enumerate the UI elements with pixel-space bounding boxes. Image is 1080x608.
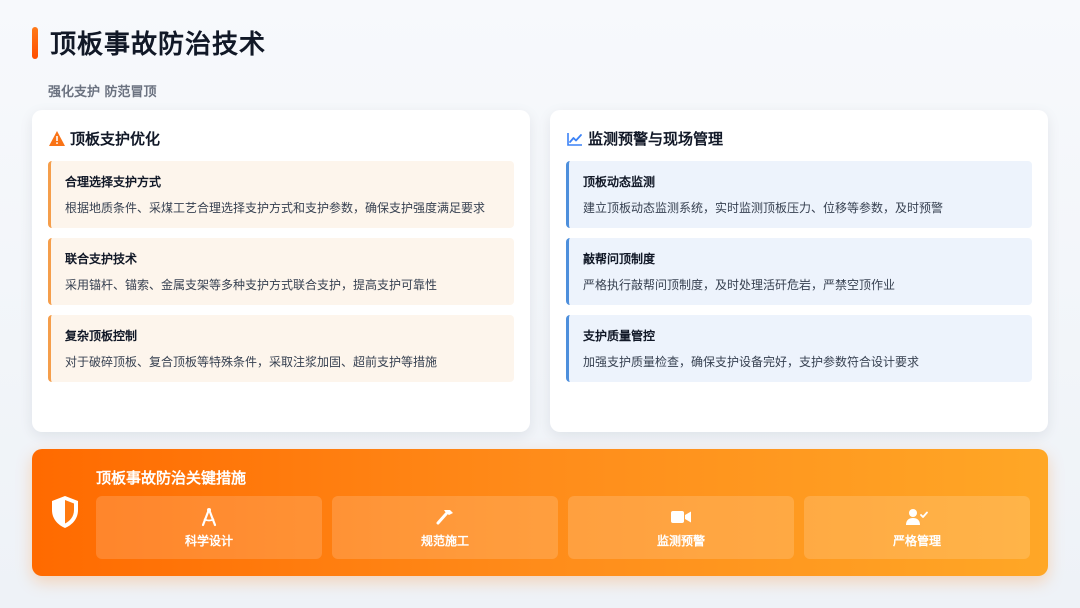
item-desc: 严格执行敲帮问顶制度，及时处理活矸危岩，严禁空顶作业 <box>583 278 896 292</box>
panel-title-text: 顶板支护优化 <box>70 130 161 148</box>
measure-label: 科学设计 <box>184 534 233 548</box>
page-title: 顶板事故防治技术 <box>50 30 267 60</box>
measure-label: 严格管理 <box>892 534 941 548</box>
measure-card: 规范施工 <box>332 496 558 559</box>
item-desc: 根据地质条件、采煤工艺合理选择支护方式和支护参数，确保支护强度满足要求 <box>65 201 486 215</box>
item-title: 合理选择支护方式 <box>65 175 162 189</box>
roof-support-panel: 顶板支护优化 合理选择支护方式 根据地质条件、采煤工艺合理选择支护方式和支护参数… <box>32 110 530 432</box>
panel-title-text: 监测预警与现场管理 <box>588 130 724 148</box>
user-check-icon <box>906 506 928 528</box>
panel-title: 监测预警与现场管理 <box>566 128 1032 149</box>
list-item: 敲帮问顶制度 严格执行敲帮问顶制度，及时处理活矸危岩，严禁空顶作业 <box>566 238 1032 305</box>
item-title: 联合支护技术 <box>65 252 138 266</box>
measure-label: 规范施工 <box>420 534 469 548</box>
item-desc: 采用锚杆、锚索、金属支架等多种支护方式联合支护，提高支护可靠性 <box>65 278 438 292</box>
measures-list: 科学设计 规范施工 监测预警 严格管理 <box>96 496 1030 559</box>
drafting-compass-icon <box>198 506 220 528</box>
banner-title: 顶板事故防治关键措施 <box>96 469 247 487</box>
header: 顶板事故防治技术 强化支护 防范冒顶 <box>32 24 266 100</box>
item-desc: 建立顶板动态监测系统，实时监测顶板压力、位移等参数，及时预警 <box>583 201 944 215</box>
video-camera-icon <box>670 506 692 528</box>
monitoring-panel: 监测预警与现场管理 顶板动态监测 建立顶板动态监测系统，实时监测顶板压力、位移等… <box>550 110 1048 432</box>
title-accent-bar <box>32 26 38 59</box>
shield-icon <box>50 495 80 529</box>
line-chart-icon <box>566 130 584 148</box>
panel-title: 顶板支护优化 <box>48 128 514 149</box>
measure-label: 监测预警 <box>656 534 705 548</box>
list-item: 顶板动态监测 建立顶板动态监测系统，实时监测顶板压力、位移等参数，及时预警 <box>566 161 1032 228</box>
warning-triangle-icon <box>48 130 66 148</box>
item-desc: 对于破碎顶板、复合顶板等特殊条件，采取注浆加固、超前支护等措施 <box>65 355 438 369</box>
title-row: 顶板事故防治技术 <box>32 24 266 61</box>
item-desc: 加强支护质量检查，确保支护设备完好，支护参数符合设计要求 <box>583 355 920 369</box>
list-item: 复杂顶板控制 对于破碎顶板、复合顶板等特殊条件，采取注浆加固、超前支护等措施 <box>48 315 514 382</box>
item-title: 支护质量管控 <box>583 329 656 343</box>
list-item: 合理选择支护方式 根据地质条件、采煤工艺合理选择支护方式和支护参数，确保支护强度… <box>48 161 514 228</box>
item-title: 复杂顶板控制 <box>65 329 138 343</box>
measure-card: 科学设计 <box>96 496 322 559</box>
item-title: 敲帮问顶制度 <box>583 252 656 266</box>
list-item: 联合支护技术 采用锚杆、锚索、金属支架等多种支护方式联合支护，提高支护可靠性 <box>48 238 514 305</box>
key-measures-banner: 顶板事故防治关键措施 科学设计 规范施工 监测预警 严格管理 <box>32 449 1048 576</box>
page-subtitle: 强化支护 防范冒顶 <box>48 85 157 100</box>
measure-card: 监测预警 <box>568 496 794 559</box>
measure-card: 严格管理 <box>804 496 1030 559</box>
list-item: 支护质量管控 加强支护质量检查，确保支护设备完好，支护参数符合设计要求 <box>566 315 1032 382</box>
item-title: 顶板动态监测 <box>583 175 656 189</box>
hammer-icon <box>434 506 456 528</box>
